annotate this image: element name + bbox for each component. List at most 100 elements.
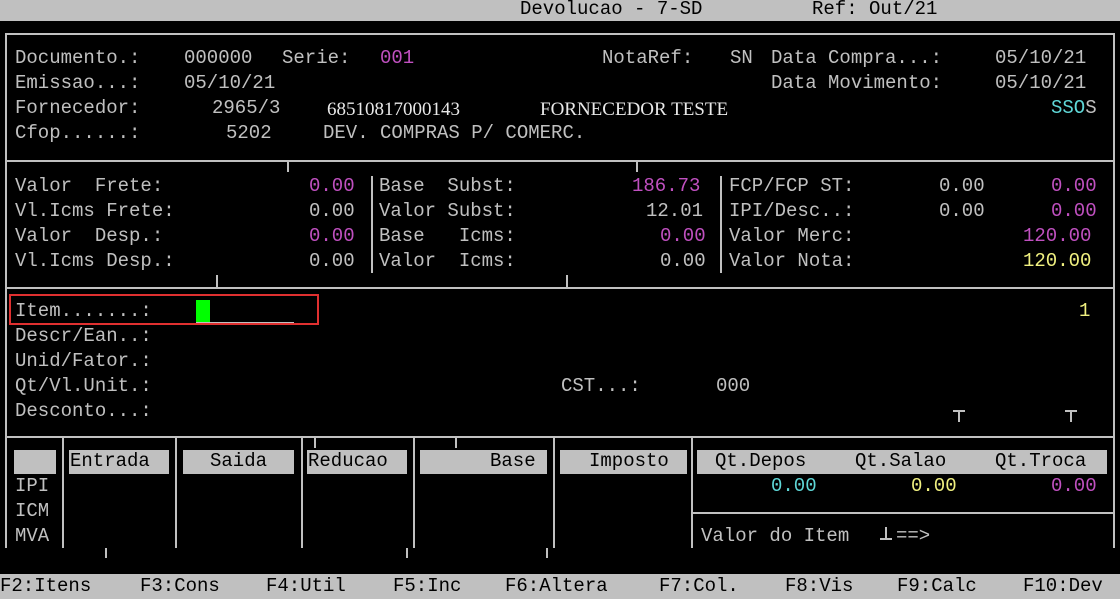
valor-desp-label: Valor Desp.:	[15, 225, 164, 247]
cst-value: 000	[716, 375, 751, 397]
valor-icms-value: 0.00	[660, 250, 706, 272]
divider-1	[5, 160, 1115, 162]
window-title: Devolucao - 7-SD	[520, 0, 703, 20]
fkey-f5-inc[interactable]: F5:Inc	[393, 574, 461, 599]
tee-mark	[958, 410, 960, 422]
stock-troca-value: 0.00	[1051, 475, 1097, 497]
fkey-f10-dev[interactable]: F10:Dev	[1023, 574, 1103, 599]
emissao-label: Emissao...:	[15, 72, 141, 94]
valor-item-label: Valor do Item	[701, 525, 850, 547]
valor-merc-value: 120.00	[1023, 225, 1092, 247]
cst-label: CST...:	[561, 375, 641, 397]
tax-row-icm: ICM	[15, 500, 50, 522]
fkey-f8-vis[interactable]: F8:Vis	[785, 574, 853, 599]
tax-header-reducao-label: Reducao	[308, 450, 388, 472]
frame-left	[5, 33, 7, 548]
tax-row-mva: MVA	[15, 525, 50, 547]
qt-vl-unit-label: Qt/Vl.Unit.:	[15, 375, 152, 397]
frame-top	[5, 33, 1115, 35]
fornecedor-label: Fornecedor:	[15, 97, 141, 119]
valor-subst-label: Valor Subst:	[379, 200, 516, 222]
stock-header-depos: Qt.Depos	[715, 450, 807, 472]
tax-col-sep	[175, 438, 177, 548]
serie-label: Serie:	[282, 47, 351, 69]
vl-icms-frete-value: 0.00	[309, 200, 355, 222]
documento-label: Documento.:	[15, 47, 141, 69]
tick	[566, 275, 568, 287]
stock-header-salao: Qt.Salao	[855, 450, 947, 472]
stock-salao-value: 0.00	[911, 475, 957, 497]
tick	[314, 438, 316, 448]
tax-col-sep	[553, 438, 555, 548]
fkey-f3-cons[interactable]: F3:Cons	[140, 574, 220, 599]
fcp-value-2: 0.00	[1051, 175, 1097, 197]
documento-value: 000000	[184, 47, 253, 69]
data-movimento-label: Data Movimento:	[771, 72, 943, 94]
data-movimento-value: 05/10/21	[995, 72, 1087, 94]
fkey-f2-itens[interactable]: F2:Itens	[0, 574, 91, 599]
serie-value: 001	[380, 47, 415, 69]
unid-fator-label: Unid/Fator.:	[15, 350, 152, 372]
cfop-value: 5202	[226, 122, 272, 144]
fcp-label: FCP/FCP ST:	[729, 175, 855, 197]
vl-icms-desp-label: Vl.Icms Desp.:	[15, 250, 175, 272]
ref-label: Ref: Out/21	[812, 0, 938, 20]
tick	[105, 548, 107, 558]
tax-header-imposto-label: Imposto	[589, 450, 669, 472]
valor-item-arrow: ==>	[896, 525, 931, 547]
tax-col-sep	[691, 438, 693, 548]
base-subst-label: Base Subst:	[379, 175, 516, 197]
valor-merc-label: Valor Merc:	[729, 225, 855, 247]
data-compra-value: 05/10/21	[995, 47, 1087, 69]
vl-icms-frete-label: Vl.Icms Frete:	[15, 200, 175, 222]
tax-header-saida-label: Saida	[210, 450, 268, 472]
fkey-f7-col[interactable]: F7:Col.	[659, 574, 739, 599]
data-compra-label: Data Compra...:	[771, 47, 943, 69]
valor-frete-value: 0.00	[309, 175, 355, 197]
frame-bottom-left	[5, 546, 7, 548]
cfop-label: Cfop......:	[15, 122, 141, 144]
flags-prefix: SSO	[1051, 97, 1086, 119]
tax-header-corner	[14, 450, 56, 474]
tax-col-sep	[62, 438, 64, 548]
fornecedor-name: FORNECEDOR TESTE	[540, 99, 729, 120]
descr-ean-label: Descr/Ean..:	[15, 325, 152, 347]
base-icms-label: Base Icms:	[379, 225, 516, 247]
notaref-value: SN	[730, 47, 753, 69]
base-subst-value: 186.73	[632, 175, 701, 197]
col-sep	[720, 176, 722, 273]
fkey-f6-altera[interactable]: F6:Altera	[505, 574, 608, 599]
col-sep	[371, 176, 373, 273]
tax-header-entrada-label: Entrada	[70, 450, 150, 472]
tick	[216, 275, 218, 287]
item-input[interactable]	[196, 300, 294, 323]
text-cursor	[196, 300, 210, 322]
frame-right	[1113, 33, 1115, 548]
tick	[636, 162, 638, 172]
item-count: 1	[1079, 300, 1091, 322]
divider-2	[5, 287, 1115, 289]
notaref-label: NotaRef:	[602, 47, 694, 69]
tax-row-ipi: IPI	[15, 475, 50, 497]
tick	[546, 548, 548, 558]
fkey-f4-util[interactable]: F4:Util	[266, 574, 346, 599]
ipi-desc-value-2: 0.00	[1051, 200, 1097, 222]
valor-frete-label: Valor Frete:	[15, 175, 164, 197]
flags-suffix: S	[1085, 97, 1097, 119]
tax-col-sep	[413, 438, 415, 548]
vl-icms-desp-value: 0.00	[309, 250, 355, 272]
cfop-description: DEV. COMPRAS P/ COMERC.	[323, 122, 586, 144]
valor-nota-value: 120.00	[1023, 250, 1092, 272]
tax-header-base-label: Base	[490, 450, 536, 472]
valor-subst-value: 12.01	[646, 200, 704, 222]
tee-mark	[1070, 410, 1072, 422]
valor-icms-label: Valor Icms:	[379, 250, 516, 272]
flags: SSOS	[1051, 96, 1097, 121]
tick	[406, 548, 408, 558]
tax-col-sep	[301, 438, 303, 548]
valor-nota-label: Valor Nota:	[729, 250, 855, 272]
fornecedor-cnpj: 68510817000143	[327, 99, 460, 120]
ipi-desc-value-1: 0.00	[939, 200, 985, 222]
tick	[287, 162, 289, 172]
fkey-f9-calc[interactable]: F9:Calc	[897, 574, 977, 599]
